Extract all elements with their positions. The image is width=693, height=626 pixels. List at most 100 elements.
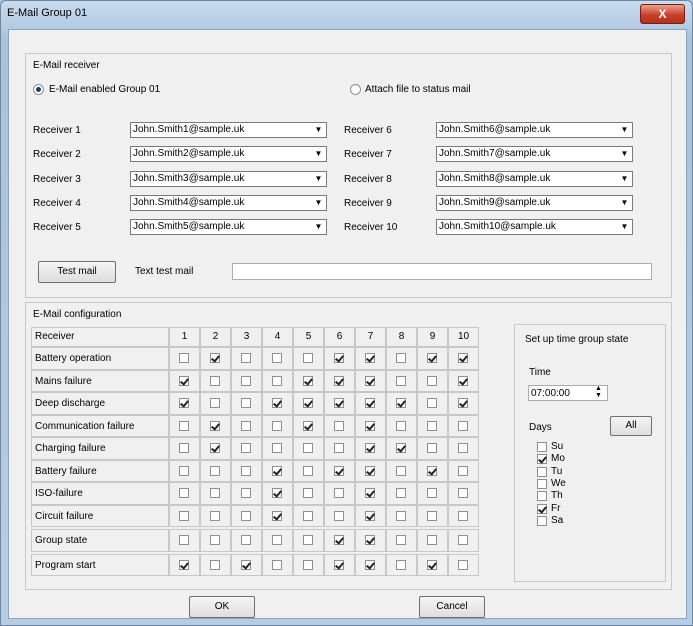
all-days-button[interactable]: All	[610, 416, 652, 436]
receiver-email-select[interactable]: John.Smith8@sample.uk ▼	[436, 171, 633, 187]
config-checkbox[interactable]	[210, 510, 220, 521]
config-checkbox[interactable]	[458, 510, 468, 521]
dropdown-arrow-icon[interactable]: ▼	[619, 222, 630, 232]
config-checkbox[interactable]	[210, 465, 220, 476]
config-checkbox[interactable]	[210, 443, 220, 453]
config-checkbox[interactable]	[241, 465, 251, 476]
config-checkbox[interactable]	[396, 353, 406, 363]
receiver-email-select[interactable]: John.Smith6@sample.uk ▼	[436, 122, 633, 138]
config-checkbox[interactable]	[334, 510, 344, 521]
config-checkbox[interactable]	[272, 375, 282, 386]
dropdown-arrow-icon[interactable]: ▼	[619, 174, 630, 184]
config-checkbox[interactable]	[458, 420, 468, 431]
config-checkbox[interactable]	[334, 375, 344, 386]
day-checkbox[interactable]	[537, 442, 547, 452]
config-checkbox[interactable]	[179, 443, 189, 453]
day-checkbox[interactable]	[537, 503, 547, 514]
config-checkbox[interactable]	[303, 465, 313, 476]
config-checkbox[interactable]	[427, 465, 437, 476]
email-enabled-radio[interactable]	[33, 84, 44, 95]
dropdown-arrow-icon[interactable]: ▼	[313, 222, 324, 232]
config-checkbox[interactable]	[365, 398, 375, 408]
config-checkbox[interactable]	[365, 353, 375, 363]
config-checkbox[interactable]	[241, 510, 251, 521]
config-checkbox[interactable]	[365, 488, 375, 498]
ok-button[interactable]: OK	[189, 596, 255, 618]
config-checkbox[interactable]	[241, 353, 251, 363]
config-checkbox[interactable]	[396, 488, 406, 498]
config-checkbox[interactable]	[365, 443, 375, 453]
config-checkbox[interactable]	[334, 465, 344, 476]
dropdown-arrow-icon[interactable]: ▼	[313, 125, 324, 135]
config-checkbox[interactable]	[427, 535, 437, 545]
config-checkbox[interactable]	[427, 510, 437, 521]
cancel-button[interactable]: Cancel	[419, 596, 485, 618]
config-checkbox[interactable]	[334, 535, 344, 545]
config-checkbox[interactable]	[241, 559, 251, 570]
config-checkbox[interactable]	[303, 510, 313, 521]
config-checkbox[interactable]	[210, 559, 220, 570]
config-checkbox[interactable]	[272, 559, 282, 570]
config-checkbox[interactable]	[396, 535, 406, 545]
config-checkbox[interactable]	[241, 488, 251, 498]
config-checkbox[interactable]	[365, 420, 375, 431]
config-checkbox[interactable]	[179, 353, 189, 363]
config-checkbox[interactable]	[241, 375, 251, 386]
spin-arrows-icon[interactable]: ▲ ▼	[595, 385, 602, 399]
config-checkbox[interactable]	[179, 420, 189, 431]
config-checkbox[interactable]	[303, 443, 313, 453]
dropdown-arrow-icon[interactable]: ▼	[619, 125, 630, 135]
receiver-email-select[interactable]: John.Smith1@sample.uk ▼	[130, 122, 327, 138]
config-checkbox[interactable]	[241, 398, 251, 408]
config-checkbox[interactable]	[272, 443, 282, 453]
dropdown-arrow-icon[interactable]: ▼	[313, 149, 324, 159]
config-checkbox[interactable]	[272, 488, 282, 498]
config-checkbox[interactable]	[334, 488, 344, 498]
config-checkbox[interactable]	[396, 375, 406, 386]
time-input[interactable]: 07:00:00 ▲ ▼	[528, 385, 608, 401]
config-checkbox[interactable]	[272, 465, 282, 476]
day-checkbox[interactable]	[537, 454, 547, 465]
config-checkbox[interactable]	[210, 535, 220, 545]
attach-file-label[interactable]: Attach file to status mail	[365, 84, 471, 95]
config-checkbox[interactable]	[365, 559, 375, 570]
config-checkbox[interactable]	[396, 443, 406, 453]
config-checkbox[interactable]	[458, 465, 468, 476]
config-checkbox[interactable]	[427, 488, 437, 498]
day-checkbox[interactable]	[537, 491, 547, 502]
config-checkbox[interactable]	[334, 443, 344, 453]
config-checkbox[interactable]	[303, 488, 313, 498]
config-checkbox[interactable]	[427, 559, 437, 570]
config-checkbox[interactable]	[458, 398, 468, 408]
config-checkbox[interactable]	[179, 535, 189, 545]
config-checkbox[interactable]	[303, 559, 313, 570]
config-checkbox[interactable]	[179, 375, 189, 386]
config-checkbox[interactable]	[210, 488, 220, 498]
close-button[interactable]: X	[640, 4, 685, 24]
config-checkbox[interactable]	[272, 420, 282, 431]
config-checkbox[interactable]	[458, 488, 468, 498]
day-checkbox[interactable]	[537, 515, 547, 526]
dropdown-arrow-icon[interactable]: ▼	[619, 149, 630, 159]
config-checkbox[interactable]	[272, 535, 282, 545]
config-checkbox[interactable]	[458, 443, 468, 453]
config-checkbox[interactable]	[210, 375, 220, 386]
config-checkbox[interactable]	[427, 375, 437, 386]
config-checkbox[interactable]	[303, 353, 313, 363]
config-checkbox[interactable]	[458, 559, 468, 570]
config-checkbox[interactable]	[179, 559, 189, 570]
config-checkbox[interactable]	[427, 398, 437, 408]
config-checkbox[interactable]	[179, 488, 189, 498]
dropdown-arrow-icon[interactable]: ▼	[313, 174, 324, 184]
config-checkbox[interactable]	[272, 353, 282, 363]
config-checkbox[interactable]	[179, 465, 189, 476]
day-checkbox[interactable]	[537, 466, 547, 477]
receiver-email-select[interactable]: John.Smith4@sample.uk ▼	[130, 195, 327, 211]
config-checkbox[interactable]	[396, 559, 406, 570]
config-checkbox[interactable]	[303, 398, 313, 408]
test-text-input[interactable]	[232, 263, 652, 280]
config-checkbox[interactable]	[458, 375, 468, 386]
receiver-email-select[interactable]: John.Smith7@sample.uk ▼	[436, 146, 633, 162]
config-checkbox[interactable]	[334, 559, 344, 570]
config-checkbox[interactable]	[334, 398, 344, 408]
